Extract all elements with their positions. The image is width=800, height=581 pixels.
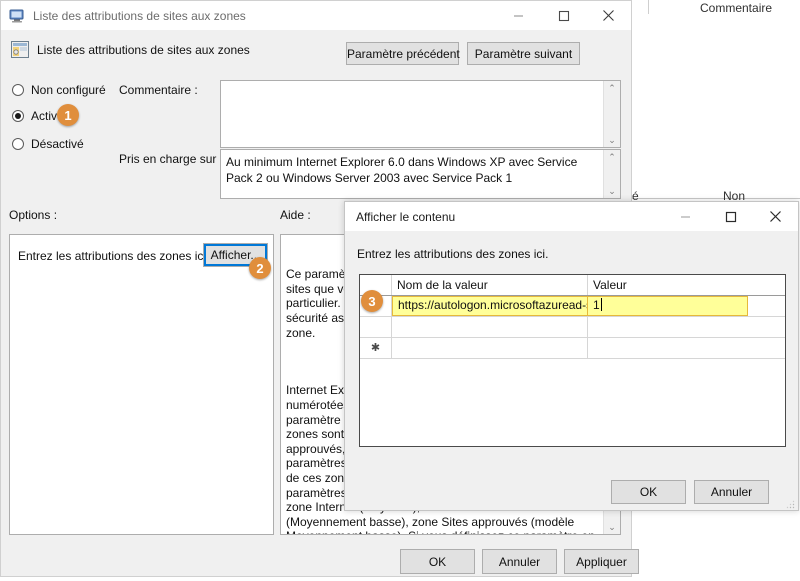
zone-assignments-entry-label: Entrez les attributions des zones ici.: [18, 249, 210, 263]
callout-badge-3: 3: [361, 290, 383, 312]
gpo-window-titlebar: Liste des attributions de sites aux zone…: [1, 1, 631, 31]
table-row[interactable]: https://autologon.microsoftazuread-sso.c…: [360, 296, 785, 317]
apply-button[interactable]: Appliquer: [564, 549, 639, 574]
supported-on-textarea: Au minimum Internet Explorer 6.0 dans Wi…: [220, 149, 621, 199]
text-caret: [600, 298, 602, 311]
supported-on-value: Au minimum Internet Explorer 6.0 dans Wi…: [226, 155, 578, 185]
chevron-down-icon[interactable]: ⌄: [608, 520, 616, 534]
show-contents-instruction: Entrez les attributions des zones ici.: [357, 247, 549, 261]
gpo-caption-buttons: [496, 1, 631, 30]
asterisk-icon: ✱: [370, 341, 381, 354]
show-contents-dialog: Afficher le contenu Entrez les attributi…: [344, 201, 799, 511]
radio-disabled[interactable]: Désactivé: [12, 137, 84, 151]
new-row-marker[interactable]: ✱: [360, 338, 392, 358]
maximize-icon[interactable]: [708, 202, 753, 231]
background-column-divider: [648, 0, 649, 14]
value-name-cell[interactable]: [392, 338, 588, 358]
gpo-window-title: Liste des attributions de sites aux zone…: [33, 8, 246, 23]
options-panel: Entrez les attributions des zones ici. A…: [9, 234, 274, 535]
show-contents-title: Afficher le contenu: [356, 209, 456, 224]
dialog-ok-button[interactable]: OK: [611, 480, 686, 504]
options-label: Options :: [9, 208, 58, 222]
value-cell[interactable]: 1: [588, 296, 748, 316]
policy-setting-icon: [11, 41, 29, 58]
gpo-state-area: Non configuré Activé Désactivé Commentai…: [1, 76, 633, 199]
ok-button[interactable]: OK: [400, 549, 475, 574]
chevron-down-icon[interactable]: ⌄: [608, 184, 616, 198]
value-cell[interactable]: [588, 338, 785, 358]
table-row-new[interactable]: ✱: [360, 338, 785, 359]
chevron-down-icon[interactable]: ⌄: [608, 133, 616, 147]
close-icon[interactable]: [586, 1, 631, 30]
resize-grip-icon[interactable]: [785, 498, 795, 509]
radio-circle-icon: [12, 138, 24, 150]
chevron-up-icon[interactable]: ⌃: [608, 81, 616, 95]
background-row-separator: [632, 198, 800, 199]
minimize-icon[interactable]: [496, 1, 541, 30]
radio-circle-icon: [12, 84, 24, 96]
next-setting-button[interactable]: Paramètre suivant: [467, 42, 580, 65]
comment-scrollbar[interactable]: ⌃ ⌄: [603, 81, 620, 147]
radio-not-configured[interactable]: Non configuré: [12, 83, 106, 97]
show-contents-titlebar: Afficher le contenu: [345, 202, 798, 231]
value-name-cell[interactable]: [392, 317, 588, 337]
previous-setting-button[interactable]: Paramètre précédent: [346, 42, 460, 65]
comment-textarea[interactable]: ⌃ ⌄: [220, 80, 621, 148]
row-selector[interactable]: [360, 317, 392, 337]
gpo-setting-title: Liste des attributions de sites aux zone…: [37, 43, 250, 57]
radio-disabled-label: Désactivé: [31, 137, 84, 151]
supported-on-label: Pris en charge sur :: [119, 152, 224, 166]
background-column-header-commentaire: Commentaire: [700, 1, 773, 15]
value-name-cell[interactable]: https://autologon.microsoftazuread-sso.c…: [392, 296, 588, 316]
grid-header-value: Valeur: [593, 278, 627, 292]
grid-header-row: Nom de la valeur Valeur: [360, 275, 785, 296]
value-cell-text: 1: [593, 298, 600, 312]
table-row[interactable]: [360, 317, 785, 338]
radio-enabled[interactable]: Activé: [12, 109, 64, 123]
radio-circle-selected-icon: [12, 110, 24, 122]
comment-value: [221, 81, 603, 147]
callout-badge-1: 1: [57, 104, 79, 126]
help-label: Aide :: [280, 208, 311, 222]
radio-not-configured-label: Non configuré: [31, 83, 106, 97]
callout-badge-2: 2: [249, 257, 271, 279]
supported-on-scrollbar[interactable]: ⌃ ⌄: [603, 150, 620, 198]
cancel-button[interactable]: Annuler: [482, 549, 557, 574]
maximize-icon[interactable]: [541, 1, 586, 30]
chevron-up-icon[interactable]: ⌃: [608, 150, 616, 164]
dialog-cancel-button[interactable]: Annuler: [694, 480, 769, 504]
close-icon[interactable]: [753, 202, 798, 231]
zone-assignments-grid[interactable]: Nom de la valeur Valeur https://autologo…: [359, 274, 786, 447]
value-cell[interactable]: [588, 317, 785, 337]
grid-header-value-name: Nom de la valeur: [392, 275, 588, 295]
show-contents-caption-buttons: [663, 202, 798, 231]
comment-label: Commentaire :: [119, 83, 198, 97]
monitor-policy-icon: [9, 8, 25, 24]
minimize-icon[interactable]: [663, 202, 708, 231]
